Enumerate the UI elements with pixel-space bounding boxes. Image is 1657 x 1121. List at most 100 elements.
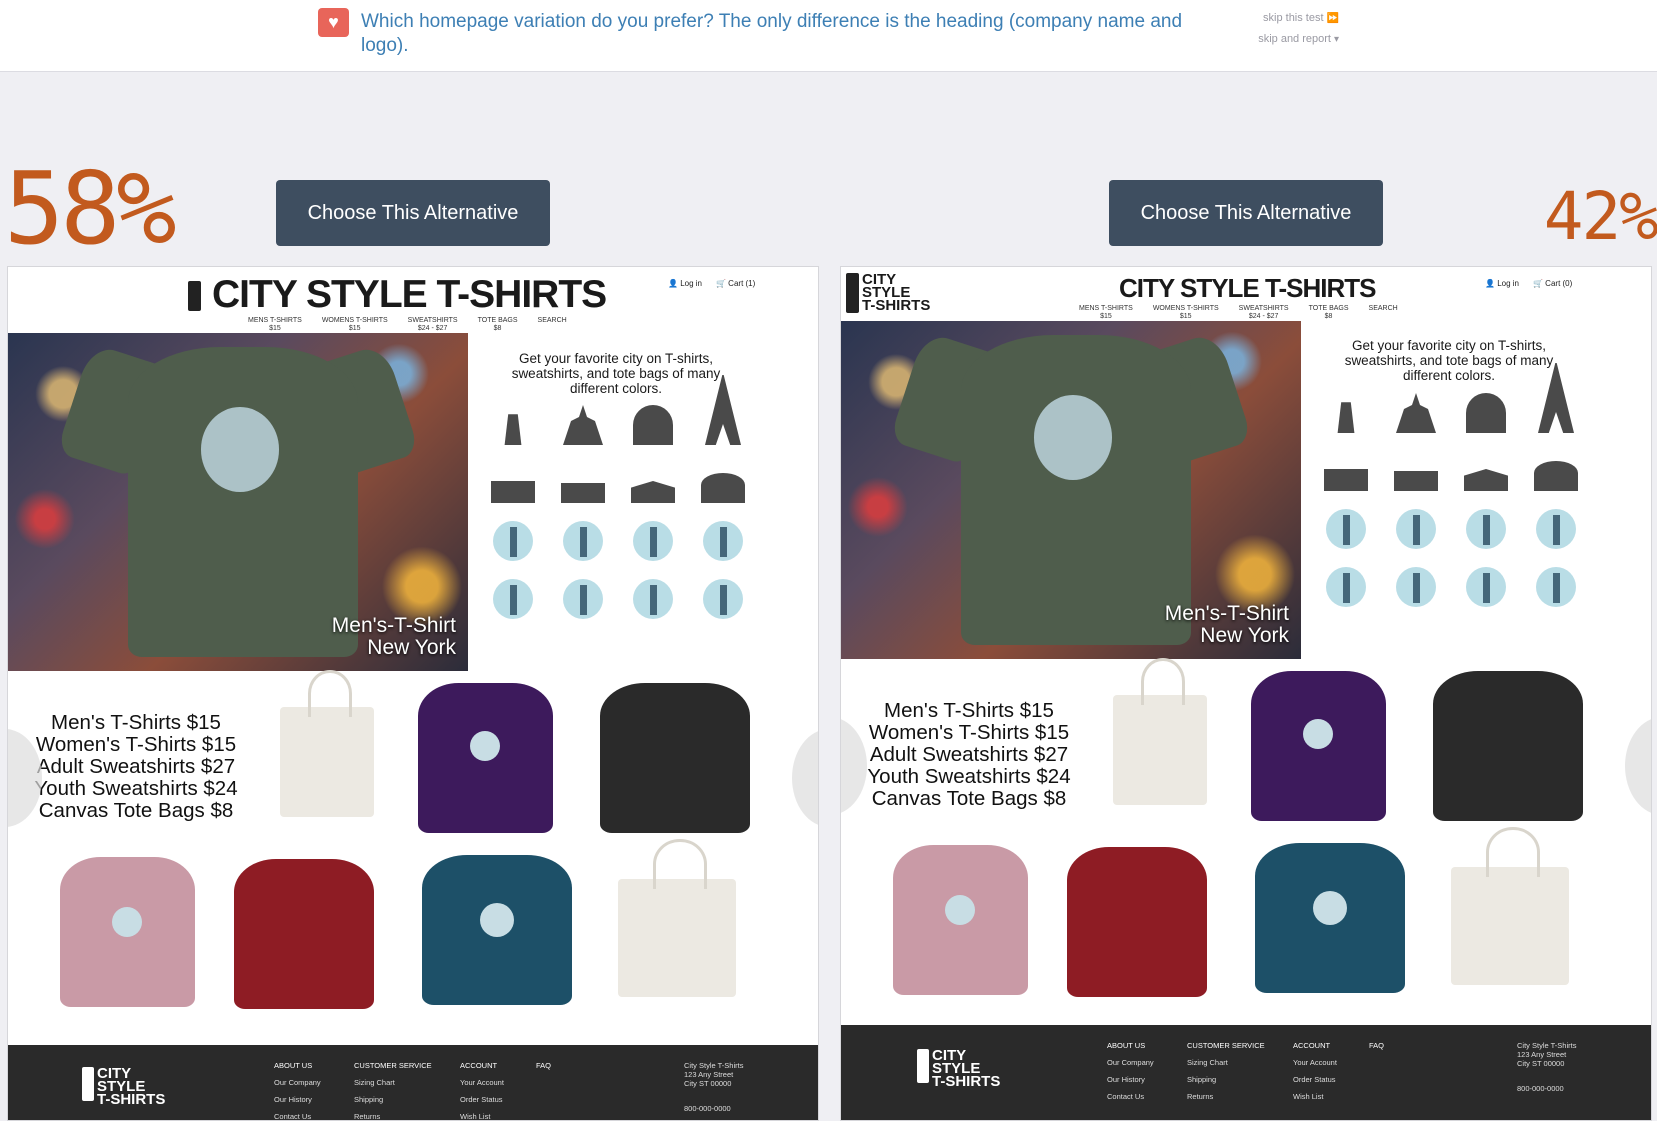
clock-tower-icon[interactable]: [629, 513, 677, 561]
nav-item-search[interactable]: SEARCH: [538, 317, 567, 333]
next-arrow[interactable]: [792, 729, 818, 827]
eiffel-tower-icon[interactable]: [1532, 363, 1580, 433]
nav-item-totes[interactable]: TOTE BAGS $8: [1309, 305, 1349, 321]
variation-a-panel[interactable]: CITY STYLE T-SHIRTS 👤 Log in 🛒 Cart (1) …: [7, 266, 819, 1121]
eiffel-tower-icon[interactable]: [699, 375, 747, 445]
eiffel-small-icon[interactable]: [489, 571, 537, 619]
footer-link[interactable]: Sizing Chart: [354, 1074, 432, 1091]
cart-link[interactable]: 🛒 Cart (0): [1533, 279, 1572, 288]
nav-item-search[interactable]: SEARCH: [1369, 305, 1398, 321]
statue-icon[interactable]: [1532, 501, 1580, 549]
product-pink-tee[interactable]: [60, 857, 195, 1007]
pyramid-icon[interactable]: [1322, 501, 1370, 549]
footer-link[interactable]: Order Status: [460, 1091, 504, 1108]
product-red-sweatshirt[interactable]: [1067, 847, 1207, 997]
opera-house-icon[interactable]: [629, 571, 677, 619]
footer-link[interactable]: Contact Us: [1107, 1088, 1154, 1105]
nav-item-mens[interactable]: MENS T-SHIRTS $15: [248, 317, 302, 333]
nav-item-mens[interactable]: MENS T-SHIRTS $15: [1079, 305, 1133, 321]
leaning-tower-icon[interactable]: [1392, 559, 1440, 607]
choose-right-button[interactable]: Choose This Alternative: [1109, 180, 1383, 246]
kremlin-icon[interactable]: [1392, 385, 1440, 433]
product-red-sweatshirt[interactable]: [234, 859, 374, 1009]
nav-item-sweatshirts[interactable]: SWEATSHIRTS $24 - $27: [408, 317, 458, 333]
logo-mark-icon: [917, 1049, 929, 1083]
product-tote-vatican[interactable]: [618, 838, 736, 997]
footer-link[interactable]: Your Account: [1293, 1054, 1337, 1071]
hero-image[interactable]: Men's-T-Shirt New York: [8, 333, 468, 671]
footer-link[interactable]: Your Account: [460, 1074, 504, 1091]
footer-link[interactable]: FAQ: [536, 1057, 551, 1074]
footer-link[interactable]: Shipping: [354, 1091, 432, 1108]
product-tote-amsterdam[interactable]: [280, 669, 374, 817]
big-ben-icon[interactable]: [559, 513, 607, 561]
cart-link[interactable]: 🛒 Cart (1): [716, 279, 755, 288]
nav-price: $24 - $27: [417, 325, 448, 332]
choose-left-button[interactable]: Choose This Alternative: [276, 180, 550, 246]
footer-link[interactable]: Wish List: [1293, 1088, 1337, 1105]
nav-item-totes[interactable]: TOTE BAGS $8: [478, 317, 518, 333]
opera-house-icon[interactable]: [1462, 559, 1510, 607]
windmill-icon[interactable]: [1322, 385, 1370, 433]
footer-link[interactable]: Shipping: [1187, 1071, 1265, 1088]
product-tote-amsterdam[interactable]: [1113, 657, 1207, 805]
footer-link[interactable]: Our Company: [1107, 1054, 1154, 1071]
footer-link[interactable]: FAQ: [1369, 1037, 1384, 1054]
footer-link[interactable]: Order Status: [1293, 1071, 1337, 1088]
palace-icon[interactable]: [1392, 443, 1440, 491]
footer-link[interactable]: Returns: [1187, 1088, 1265, 1105]
product-tote-vatican[interactable]: [1451, 826, 1569, 985]
footer-link[interactable]: Sizing Chart: [1187, 1054, 1265, 1071]
login-link[interactable]: 👤 Log in: [1485, 279, 1519, 288]
kremlin-icon[interactable]: [559, 397, 607, 445]
skip-report-link[interactable]: skip and report ▾: [1258, 29, 1339, 50]
price-womens: Women's T-Shirts $15: [868, 721, 1070, 744]
nav-label: SEARCH: [537, 317, 567, 324]
pyramid-icon[interactable]: [489, 513, 537, 561]
big-ben-icon[interactable]: [1392, 501, 1440, 549]
footer-link[interactable]: Returns: [354, 1108, 432, 1120]
footer-link[interactable]: Our History: [1107, 1071, 1154, 1088]
arch-icon[interactable]: [1322, 443, 1370, 491]
product-black-tee[interactable]: [1433, 671, 1583, 821]
product-black-tee[interactable]: [600, 683, 750, 833]
dome-icon[interactable]: [629, 397, 677, 445]
footer-link[interactable]: Our Company: [274, 1074, 321, 1091]
statue-icon[interactable]: [699, 513, 747, 561]
leaning-tower-icon[interactable]: [559, 571, 607, 619]
footer-link[interactable]: Our History: [274, 1091, 321, 1108]
buddha-icon[interactable]: [1532, 559, 1580, 607]
product-blue-tee[interactable]: [1255, 843, 1405, 993]
nav-item-sweatshirts[interactable]: SWEATSHIRTS $24 - $27: [1239, 305, 1289, 321]
variation-b-panel[interactable]: CITY STYLE T-SHIRTS CITY STYLE T-SHIRTS …: [840, 266, 1652, 1121]
eiffel-small-icon[interactable]: [1322, 559, 1370, 607]
login-link[interactable]: 👤 Log in: [668, 279, 702, 288]
skip-test-link[interactable]: skip this test ⏩: [1258, 8, 1339, 29]
arch-icon[interactable]: [489, 455, 537, 503]
product-blue-tee[interactable]: [422, 855, 572, 1005]
product-purple-tee[interactable]: [1251, 671, 1386, 821]
dome-icon[interactable]: [1462, 385, 1510, 433]
buddha-icon[interactable]: [699, 571, 747, 619]
product-pink-tee[interactable]: [893, 845, 1028, 995]
product-purple-tee[interactable]: [418, 683, 553, 833]
basilica-icon[interactable]: [1532, 443, 1580, 491]
hero-image[interactable]: Men's-T-Shirt New York: [841, 321, 1301, 659]
skip-links: skip this test ⏩ skip and report ▾: [1258, 8, 1339, 50]
next-arrow[interactable]: [1625, 717, 1651, 815]
city-icon-grid: [478, 375, 758, 619]
footer-link[interactable]: Contact Us: [274, 1108, 321, 1120]
nav-item-womens[interactable]: WOMENS T-SHIRTS $15: [1153, 305, 1219, 321]
footer-logo: CITY STYLE T-SHIRTS: [917, 1048, 1000, 1089]
clock-tower-icon[interactable]: [1462, 501, 1510, 549]
logo-mark-icon: [82, 1067, 94, 1101]
windmill-icon[interactable]: [489, 397, 537, 445]
basilica-icon[interactable]: [699, 455, 747, 503]
parthenon-icon[interactable]: [1462, 443, 1510, 491]
footer-link[interactable]: Wish List: [460, 1108, 504, 1120]
footer-heading: ACCOUNT: [460, 1061, 498, 1070]
palace-icon[interactable]: [559, 455, 607, 503]
parthenon-icon[interactable]: [629, 455, 677, 503]
nav-item-womens[interactable]: WOMENS T-SHIRTS $15: [322, 317, 388, 333]
address-line: City Style T-Shirts: [684, 1061, 744, 1070]
